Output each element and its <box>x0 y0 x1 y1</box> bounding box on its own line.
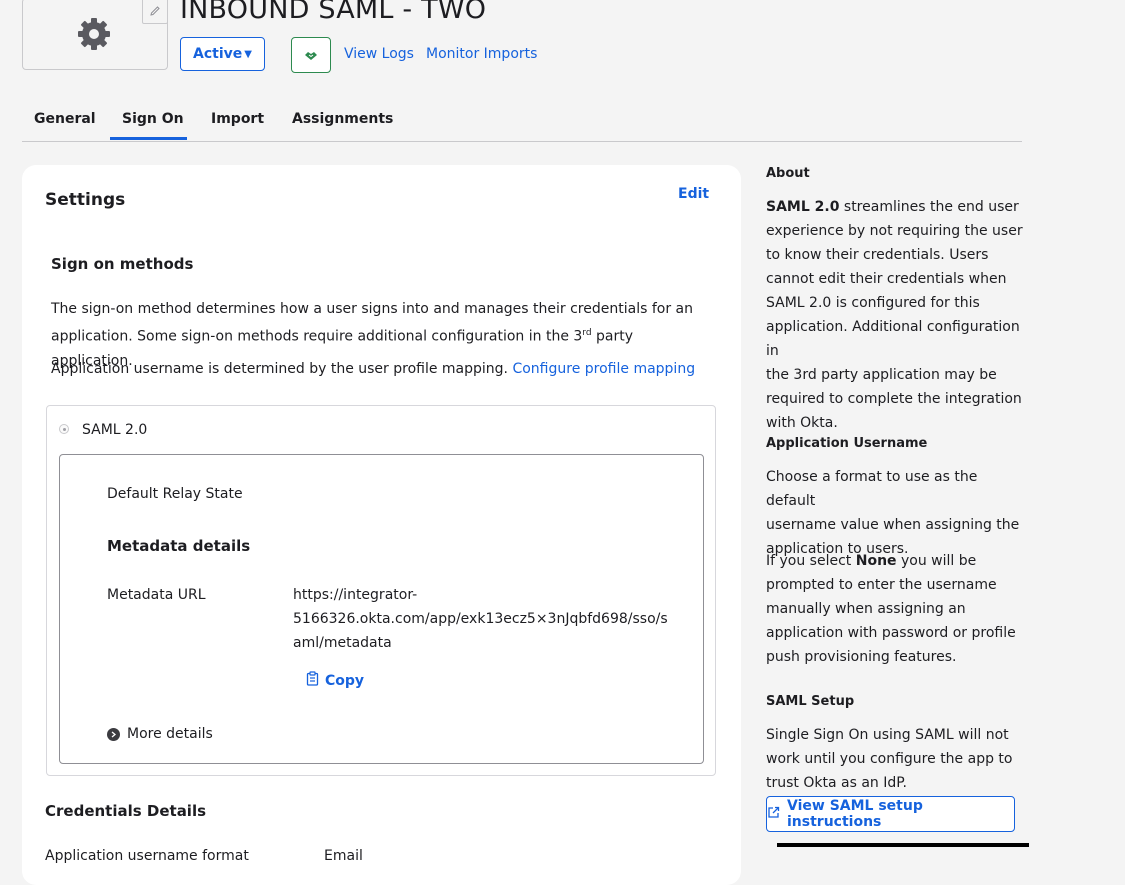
tab-bar: General Sign On Import Assignments <box>22 101 1022 142</box>
provisioning-button[interactable] <box>291 37 331 73</box>
status-label: Active <box>193 46 243 62</box>
about-heading: About <box>766 166 810 181</box>
edit-button[interactable]: Edit <box>678 186 709 202</box>
monitor-imports-link[interactable]: Monitor Imports <box>426 46 537 62</box>
more-details-label: More details <box>127 726 213 742</box>
gear-icon <box>75 15 113 57</box>
about-text: SAML 2.0 streamlines the end user experi… <box>766 199 1023 431</box>
chevron-right-icon <box>107 727 120 741</box>
settings-title: Settings <box>45 190 126 210</box>
edit-logo-button[interactable] <box>142 0 168 24</box>
saml-setup-button-label: View SAML setup instructions <box>787 798 923 830</box>
external-link-icon <box>767 806 780 823</box>
caret-down-icon: ▼ <box>244 48 252 60</box>
metadata-url-label: Metadata URL <box>107 587 206 603</box>
handshake-icon <box>304 46 318 65</box>
app-logo <box>22 0 168 70</box>
tab-import[interactable]: Import <box>211 111 264 127</box>
pencil-icon <box>149 2 161 21</box>
app-username-text: Choose a format to use as the default us… <box>766 469 1020 557</box>
more-details-toggle[interactable]: More details <box>107 726 213 742</box>
username-mapping-text: Application username is determined by th… <box>51 361 696 377</box>
saml-setup-heading: SAML Setup <box>766 694 855 709</box>
saml-radio[interactable] <box>59 424 69 434</box>
tab-sign-on[interactable]: Sign On <box>122 111 184 127</box>
relay-state-label: Default Relay State <box>107 486 243 502</box>
view-saml-setup-instructions-button[interactable]: View SAML setup instructions <box>766 796 1015 832</box>
view-logs-link[interactable]: View Logs <box>344 46 414 62</box>
page-title: INBOUND SAML - TWO <box>180 0 487 25</box>
tab-assignments[interactable]: Assignments <box>292 111 393 127</box>
username-format-label: Application username format <box>45 848 249 864</box>
username-format-value: Email <box>324 848 363 864</box>
none-option-text: If you select None you will be prompted … <box>766 553 1016 665</box>
divider-bar <box>777 843 1029 847</box>
status-dropdown[interactable]: Active ▼ <box>180 37 265 71</box>
metadata-details-heading: Metadata details <box>107 537 251 555</box>
credentials-details-heading: Credentials Details <box>45 802 207 820</box>
saml-option-label: SAML 2.0 <box>82 422 148 438</box>
copy-button[interactable]: Copy <box>306 671 364 690</box>
metadata-url-value: https://integrator- 5166326.okta.com/app… <box>293 587 668 651</box>
tab-general[interactable]: General <box>34 111 96 127</box>
saml-setup-text: Single Sign On using SAML will not work … <box>766 727 1013 791</box>
active-tab-indicator <box>110 137 187 140</box>
copy-label: Copy <box>325 672 365 689</box>
clipboard-icon <box>306 671 319 690</box>
app-username-heading: Application Username <box>766 436 928 451</box>
sign-on-methods-heading: Sign on methods <box>51 255 194 273</box>
configure-profile-mapping-link[interactable]: Configure profile mapping <box>512 361 695 377</box>
